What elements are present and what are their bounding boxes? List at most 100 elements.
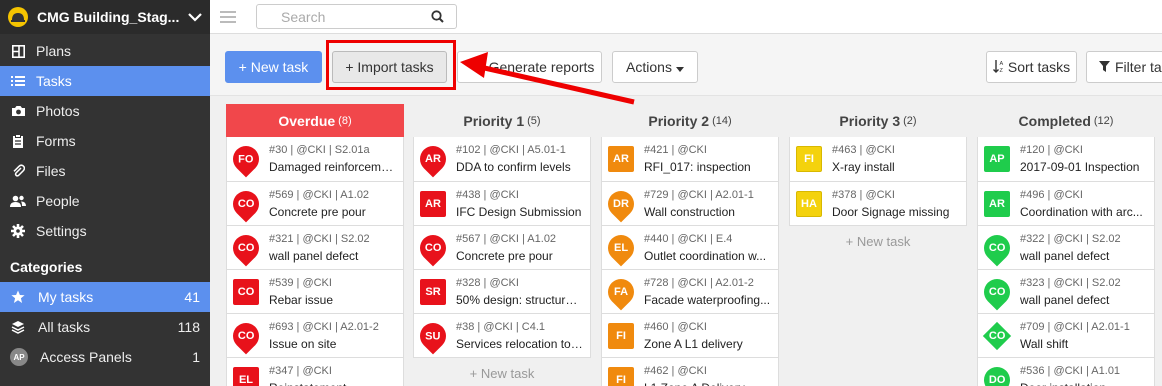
task-card[interactable]: AP #120 | @CKI 2017-09-01 Inspection [978, 137, 1154, 181]
task-card[interactable]: CO #322 | @CKI | S2.02 wall panel defect [978, 225, 1154, 269]
task-card[interactable]: DO #536 | @CKI | A1.01 Door installation [978, 357, 1154, 386]
task-card[interactable]: FI #463 | @CKI X-ray install [790, 137, 966, 181]
column-priority-1: Priority 1 (5) AR #102 | @CKI | A5.01-1 DDA … [413, 104, 591, 386]
card-text: #321 | @CKI | S2.02 wall panel defect [269, 233, 403, 263]
task-board: Overdue (8) FO #30 | @CKI | S2.01a Damaged r… [210, 96, 1162, 386]
card-title: IFC Design Submission [456, 204, 582, 219]
paperclip-icon [10, 163, 26, 179]
add-task-link[interactable]: + New task [789, 226, 967, 256]
column-overdue: Overdue (8) FO #30 | @CKI | S2.01a Damaged r… [226, 104, 404, 386]
badge-label: AR [613, 153, 629, 165]
sidebar-item-tasks[interactable]: Tasks [0, 66, 210, 96]
sidebar-item-people[interactable]: People [0, 186, 210, 216]
card-text: #462 | @CKI L1 Zone A Delivery [644, 365, 778, 386]
hamburger-menu-icon[interactable] [220, 10, 236, 23]
gear-icon [10, 223, 26, 239]
search-input[interactable]: Search [256, 4, 457, 29]
sort-tasks-button[interactable]: AZ Sort tasks [986, 51, 1077, 83]
task-type-badge: EL [602, 229, 640, 266]
task-card[interactable]: AR #496 | @CKI Coordination with arc... [978, 181, 1154, 225]
hardhat-logo-icon [8, 7, 28, 27]
card-title: Door Signage missing [832, 204, 950, 219]
card-reference: #539 | @CKI [269, 276, 332, 289]
sidebar-item-label: Photos [36, 103, 80, 119]
task-card[interactable]: EL #440 | @CKI | E.4 Outlet coordination w… [602, 225, 778, 269]
card-reference: #567 | @CKI | A1.02 [456, 232, 557, 245]
task-card[interactable]: DR #729 | @CKI | A2.01-1 Wall construction [602, 181, 778, 225]
card-title: Services relocation to ... [456, 336, 585, 351]
task-card[interactable]: AR #438 | @CKI IFC Design Submission [414, 181, 590, 225]
card-reference: #463 | @CKI [832, 144, 895, 156]
task-card[interactable]: CO #323 | @CKI | S2.02 wall panel defect [978, 269, 1154, 313]
top-bar: Search [210, 0, 1162, 34]
badge-label: DO [988, 373, 1006, 386]
column-count: (5) [527, 114, 541, 127]
task-card[interactable]: AR #102 | @CKI | A5.01-1 DDA to confirm le… [414, 137, 590, 181]
sidebar-item-photos[interactable]: Photos [0, 96, 210, 126]
task-card[interactable]: FO #30 | @CKI | S2.01a Damaged reinforceme… [227, 137, 403, 181]
sidebar-item-forms[interactable]: Forms [0, 126, 210, 156]
card-title: Wall construction [644, 204, 735, 219]
category-item-access-panels[interactable]: AP Access Panels 1 [0, 342, 210, 372]
badge-label: AP [989, 153, 1005, 165]
sidebar-item-label: Forms [36, 133, 76, 149]
search-icon[interactable] [431, 10, 444, 26]
column-title: Completed [1018, 112, 1091, 129]
chevron-down-icon[interactable] [188, 10, 202, 25]
task-card[interactable]: FI #460 | @CKI Zone A L1 delivery [602, 313, 778, 357]
task-type-badge: CO [227, 317, 265, 354]
card-text: #440 | @CKI | E.4 Outlet coordination w..… [644, 233, 778, 263]
sidebar-nav: Plans Tasks Photos Forms Files People Settings [0, 36, 210, 246]
project-header[interactable]: CMG Building_Stag... [0, 0, 210, 34]
task-card[interactable]: EL #347 | @CKI Reinstatement... [227, 357, 403, 386]
svg-text:Z: Z [999, 68, 1003, 73]
task-card[interactable]: AR #421 | @CKI RFI_017: inspection [602, 137, 778, 181]
card-title: Door installation [1020, 381, 1154, 386]
category-item-my-tasks[interactable]: My tasks 41 [0, 282, 210, 312]
task-type-badge: EL [233, 366, 259, 386]
card-text: #536 | @CKI | A1.01 Door installation [1020, 365, 1154, 386]
task-card[interactable]: HA #378 | @CKI Door Signage missing [790, 181, 966, 225]
sidebar-item-plans[interactable]: Plans [0, 36, 210, 66]
filter-tasks-label: Filter tas [1115, 59, 1162, 75]
task-type-badge: SR [420, 278, 446, 305]
add-task-link[interactable]: + New task [413, 358, 591, 386]
card-text: #120 | @CKI 2017-09-01 Inspection [1020, 144, 1154, 174]
task-card[interactable]: CO #693 | @CKI | A2.01-2 Issue on site [227, 313, 403, 357]
sidebar-item-files[interactable]: Files [0, 156, 210, 186]
task-card[interactable]: FI #462 | @CKI L1 Zone A Delivery [602, 357, 778, 386]
column-count: (8) [338, 114, 352, 127]
card-text: #539 | @CKI Rebar issue [269, 277, 403, 307]
card-title: Rebar issue [269, 292, 334, 307]
task-card[interactable]: CO #321 | @CKI | S2.02 wall panel defect [227, 225, 403, 269]
card-text: #463 | @CKI X-ray install [832, 144, 966, 174]
task-card[interactable]: CO #567 | @CKI | A1.02 Concrete pre pour [414, 225, 590, 269]
task-type-badge: AR [420, 190, 446, 217]
badge-label: CO [988, 241, 1006, 254]
card-title: Concrete pre pour [269, 204, 366, 219]
task-card[interactable]: SU #38 | @CKI | C4.1 Services relocation t… [414, 313, 590, 357]
card-text: #438 | @CKI IFC Design Submission [456, 189, 590, 219]
badge-label: HA [801, 197, 817, 210]
task-card[interactable]: CO #539 | @CKI Rebar issue [227, 269, 403, 313]
category-item-all-tasks[interactable]: All tasks 118 [0, 312, 210, 342]
category-label: My tasks [38, 289, 94, 305]
task-card[interactable]: FA #728 | @CKI | A2.01-2 Facade waterproof… [602, 269, 778, 313]
task-card[interactable]: CO #709 | @CKI | A2.01-1 Wall shift [978, 313, 1154, 357]
card-list: FO #30 | @CKI | S2.01a Damaged reinforceme… [226, 137, 404, 386]
column-title: Priority 2 [648, 112, 710, 129]
card-text: #729 | @CKI | A2.01-1 Wall construction [644, 189, 778, 219]
badge-label: FI [616, 329, 626, 342]
card-title: Reinstatement... [269, 381, 403, 386]
task-card[interactable]: CO #569 | @CKI | A1.02 Concrete pre pour [227, 181, 403, 225]
badge-label: CO [988, 329, 1006, 342]
sidebar-item-settings[interactable]: Settings [0, 216, 210, 246]
new-task-button[interactable]: + New task [225, 51, 322, 83]
task-card[interactable]: SR #328 | @CKI 50% design: structural... [414, 269, 590, 313]
card-title: Coordination with arc... [1020, 204, 1143, 219]
column-count: (2) [903, 114, 917, 127]
card-text: #322 | @CKI | S2.02 wall panel defect [1020, 233, 1154, 263]
category-count: 118 [177, 319, 200, 335]
filter-tasks-button[interactable]: Filter tas [1086, 51, 1162, 83]
column-completed: Completed (12) AP #120 | @CKI 2017-09-01 Ins… [977, 104, 1155, 386]
